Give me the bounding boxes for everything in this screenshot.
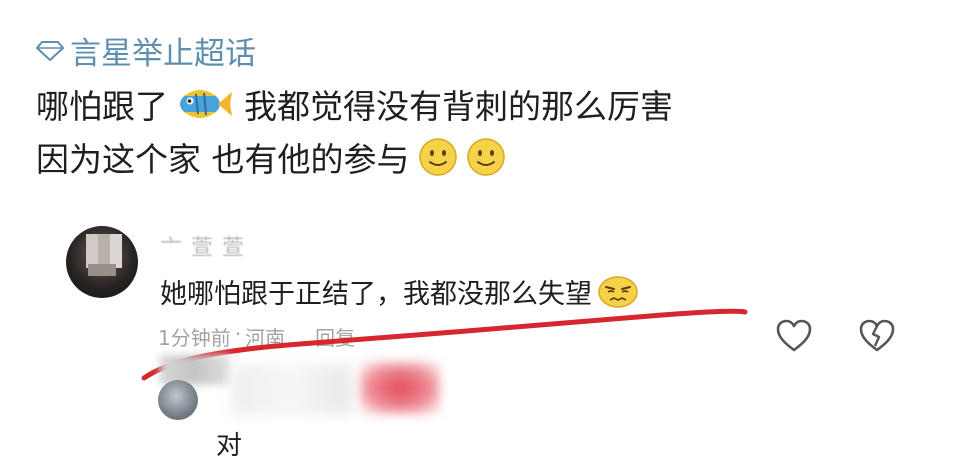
comment-time: 1分钟前 — [158, 326, 231, 350]
diamond-topic-icon — [36, 40, 64, 61]
commenter-avatar[interactable] — [66, 226, 138, 298]
broken-heart-icon[interactable] — [858, 318, 896, 354]
blurred-badge — [360, 362, 440, 414]
avatar-mosaic — [88, 264, 116, 276]
post-line-1: 哪怕跟了 我都觉得没有背刺的那么厉害 — [36, 80, 673, 128]
comment-body: 她哪怕跟于正结了，我都没那么失望 — [160, 272, 638, 311]
topic-label: 言星举止超话 — [70, 36, 256, 72]
comment-location: 河南 — [245, 326, 286, 350]
reply-avatar[interactable] — [158, 380, 198, 420]
post-line-2: 因为这个家 也有他的参与 — [36, 133, 506, 181]
post-text-1a: 哪怕跟了 — [36, 87, 168, 126]
blurred-reply-name — [232, 365, 352, 415]
post-text-2: 因为这个家 也有他的参与 — [36, 140, 410, 179]
fish-emoji-icon — [180, 90, 232, 118]
comment-meta: 1分钟前 · 河南 回复 — [158, 322, 355, 351]
awkward-emoji-icon — [598, 275, 638, 308]
topic-tag[interactable]: 言星举止超话 — [36, 28, 256, 73]
reply-text: 对 — [216, 431, 243, 461]
smile-emoji-icon — [418, 138, 457, 176]
meta-separator: · — [234, 322, 242, 346]
smile-emoji-icon — [466, 138, 505, 176]
post-text-1b: 我都觉得没有背刺的那么厉害 — [244, 87, 673, 126]
reply-button[interactable]: 回复 — [315, 322, 355, 351]
commenter-username[interactable]: 亠 萱 萱 — [160, 230, 245, 262]
comment-text: 她哪怕跟于正结了，我都没那么失望 — [160, 279, 592, 310]
heart-outline-icon[interactable] — [775, 318, 813, 354]
avatar-mosaic — [86, 234, 122, 268]
